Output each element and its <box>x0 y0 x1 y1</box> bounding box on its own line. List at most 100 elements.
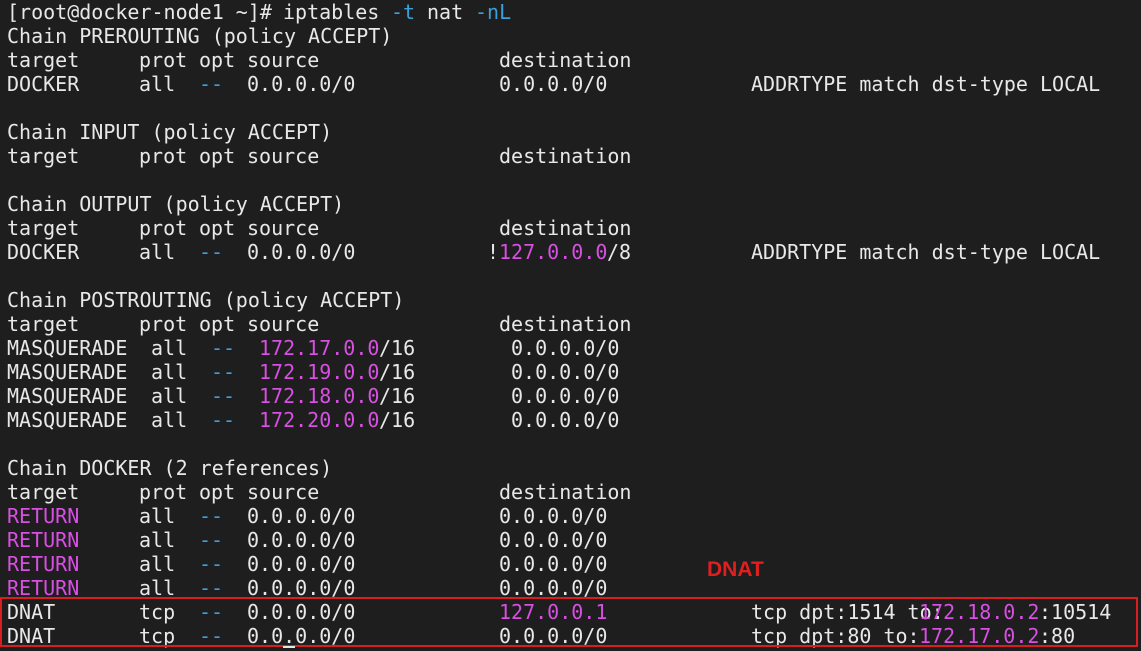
rule-extra-ip: 172.18.0.2 <box>919 600 1040 624</box>
header-destination: destination <box>499 216 632 240</box>
rule-destination: 0.0.0.0/0 <box>499 504 608 528</box>
rule-prot: all <box>139 552 176 576</box>
header-opt: opt <box>199 144 236 168</box>
rule-source-ip: 172.17.0.0 <box>259 336 380 360</box>
rule-prot: all <box>151 336 188 360</box>
rule-source: 0.0.0.0/0 <box>247 624 356 648</box>
rule-target: RETURN <box>7 552 80 576</box>
rule-extra-prefix: tcp dpt:1514 to: <box>751 600 944 624</box>
command-flag-table: -t <box>391 0 416 24</box>
rule-extra-port: :80 <box>1039 624 1076 648</box>
header-target: target <box>7 144 80 168</box>
rule-opt: -- <box>211 336 236 360</box>
rule-row-dnat: DNAT tcp -- 0.0.0.0/0 127.0.0.1 tcp dpt:… <box>0 600 1141 624</box>
header-source: source <box>247 216 320 240</box>
rule-prot: all <box>139 576 176 600</box>
rule-opt: -- <box>199 552 224 576</box>
rule-target: RETURN <box>7 528 80 552</box>
rule-row: DOCKER all -- 0.0.0.0/0 ! 127.0.0.0 /8 A… <box>0 240 1141 264</box>
rule-prot: all <box>139 528 176 552</box>
header-target: target <box>7 312 80 336</box>
rule-extra-prefix: tcp dpt:80 to: <box>751 624 920 648</box>
chain-input-title: Chain INPUT (policy ACCEPT) <box>0 120 1141 144</box>
rule-target: DOCKER <box>7 72 80 96</box>
chain-docker-title: Chain DOCKER (2 references) <box>0 456 1141 480</box>
header-target: target <box>7 216 80 240</box>
header-target: target <box>7 48 80 72</box>
rule-destination: 0.0.0.0/0 <box>499 72 608 96</box>
chain-output-title: Chain OUTPUT (policy ACCEPT) <box>0 192 1141 216</box>
header-prot: prot <box>139 144 188 168</box>
rule-destination-mask: /8 <box>607 240 632 264</box>
chain-title: Chain DOCKER (2 references) <box>7 456 333 480</box>
rule-extra: ADDRTYPE match dst-type LOCAL <box>751 240 1101 264</box>
rule-source: 0.0.0.0/0 <box>247 72 356 96</box>
rule-destination: 127.0.0.1 <box>499 600 608 624</box>
rule-row: MASQUERADE all -- 172.17.0.0 /16 0.0.0.0… <box>0 336 1141 360</box>
rule-target: MASQUERADE <box>7 336 128 360</box>
header-prot: prot <box>139 312 188 336</box>
header-opt: opt <box>199 48 236 72</box>
rule-target: RETURN <box>7 576 80 600</box>
rule-row: DOCKER all -- 0.0.0.0/0 0.0.0.0/0 ADDRTY… <box>0 72 1141 96</box>
rule-target: RETURN <box>7 504 80 528</box>
rule-destination: 0.0.0.0/0 <box>499 552 608 576</box>
rule-row: MASQUERADE all -- 172.18.0.0 /16 0.0.0.0… <box>0 384 1141 408</box>
rule-target: DNAT <box>7 624 56 648</box>
rule-opt: -- <box>199 528 224 552</box>
rule-prot: tcp <box>139 600 176 624</box>
rule-target: MASQUERADE <box>7 360 128 384</box>
rule-source: 0.0.0.0/0 <box>247 504 356 528</box>
rule-source-ip: 172.20.0.0 <box>259 408 380 432</box>
rule-prot: all <box>151 408 188 432</box>
chain-postrouting-title: Chain POSTROUTING (policy ACCEPT) <box>0 288 1141 312</box>
rule-prot: all <box>151 384 188 408</box>
header-source: source <box>247 480 320 504</box>
chain-prerouting-title: Chain PREROUTING (policy ACCEPT) <box>0 24 1141 48</box>
rule-target: DOCKER <box>7 240 80 264</box>
rule-source-mask: /16 <box>379 336 416 360</box>
rule-prot: all <box>139 240 176 264</box>
rule-prot: all <box>139 504 176 528</box>
command-line: [root@docker-node1 ~]# iptables -t nat -… <box>0 0 1141 24</box>
header-destination: destination <box>499 312 632 336</box>
rule-extra-port: :10514 <box>1039 600 1112 624</box>
rule-destination: 0.0.0.0/0 <box>511 408 620 432</box>
text-cursor <box>283 646 295 648</box>
rule-destination: 0.0.0.0/0 <box>511 360 620 384</box>
header-prot: prot <box>139 480 188 504</box>
chain-postrouting-header: target prot opt source destination <box>0 312 1141 336</box>
rule-row: MASQUERADE all -- 172.19.0.0 /16 0.0.0.0… <box>0 360 1141 384</box>
rule-row-dnat: DNAT tcp -- 0.0.0.0/0 0.0.0.0/0 tcp dpt:… <box>0 624 1141 648</box>
chain-docker-header: target prot opt source destination <box>0 480 1141 504</box>
rule-destination: 0.0.0.0/0 <box>499 528 608 552</box>
rule-extra-ip: 172.17.0.2 <box>919 624 1040 648</box>
rule-prot: all <box>139 72 176 96</box>
header-destination: destination <box>499 48 632 72</box>
rule-opt: -- <box>211 384 236 408</box>
header-destination: destination <box>499 144 632 168</box>
header-source: source <box>247 312 320 336</box>
rule-row: RETURN all -- 0.0.0.0/0 0.0.0.0/0 <box>0 528 1141 552</box>
rule-source-mask: /16 <box>379 384 416 408</box>
rule-row: RETURN all -- 0.0.0.0/0 0.0.0.0/0 <box>0 576 1141 600</box>
header-source: source <box>247 48 320 72</box>
command-table-name: nat <box>427 0 464 24</box>
terminal-window[interactable]: [root@docker-node1 ~]# iptables -t nat -… <box>0 0 1141 651</box>
chain-input-header: target prot opt source destination <box>0 144 1141 168</box>
rule-destination: 0.0.0.0/0 <box>511 336 620 360</box>
header-opt: opt <box>199 480 236 504</box>
rule-destination-negation: ! <box>487 240 500 264</box>
header-opt: opt <box>199 312 236 336</box>
rule-destination: 0.0.0.0/0 <box>499 624 608 648</box>
rule-source: 0.0.0.0/0 <box>247 528 356 552</box>
rule-target: MASQUERADE <box>7 384 128 408</box>
rule-row: RETURN all -- 0.0.0.0/0 0.0.0.0/0 <box>0 552 1141 576</box>
header-target: target <box>7 480 80 504</box>
header-opt: opt <box>199 216 236 240</box>
rule-source-mask: /16 <box>379 360 416 384</box>
header-prot: prot <box>139 48 188 72</box>
chain-title: Chain PREROUTING (policy ACCEPT) <box>7 24 393 48</box>
header-source: source <box>247 144 320 168</box>
command-name: iptables <box>283 0 380 24</box>
